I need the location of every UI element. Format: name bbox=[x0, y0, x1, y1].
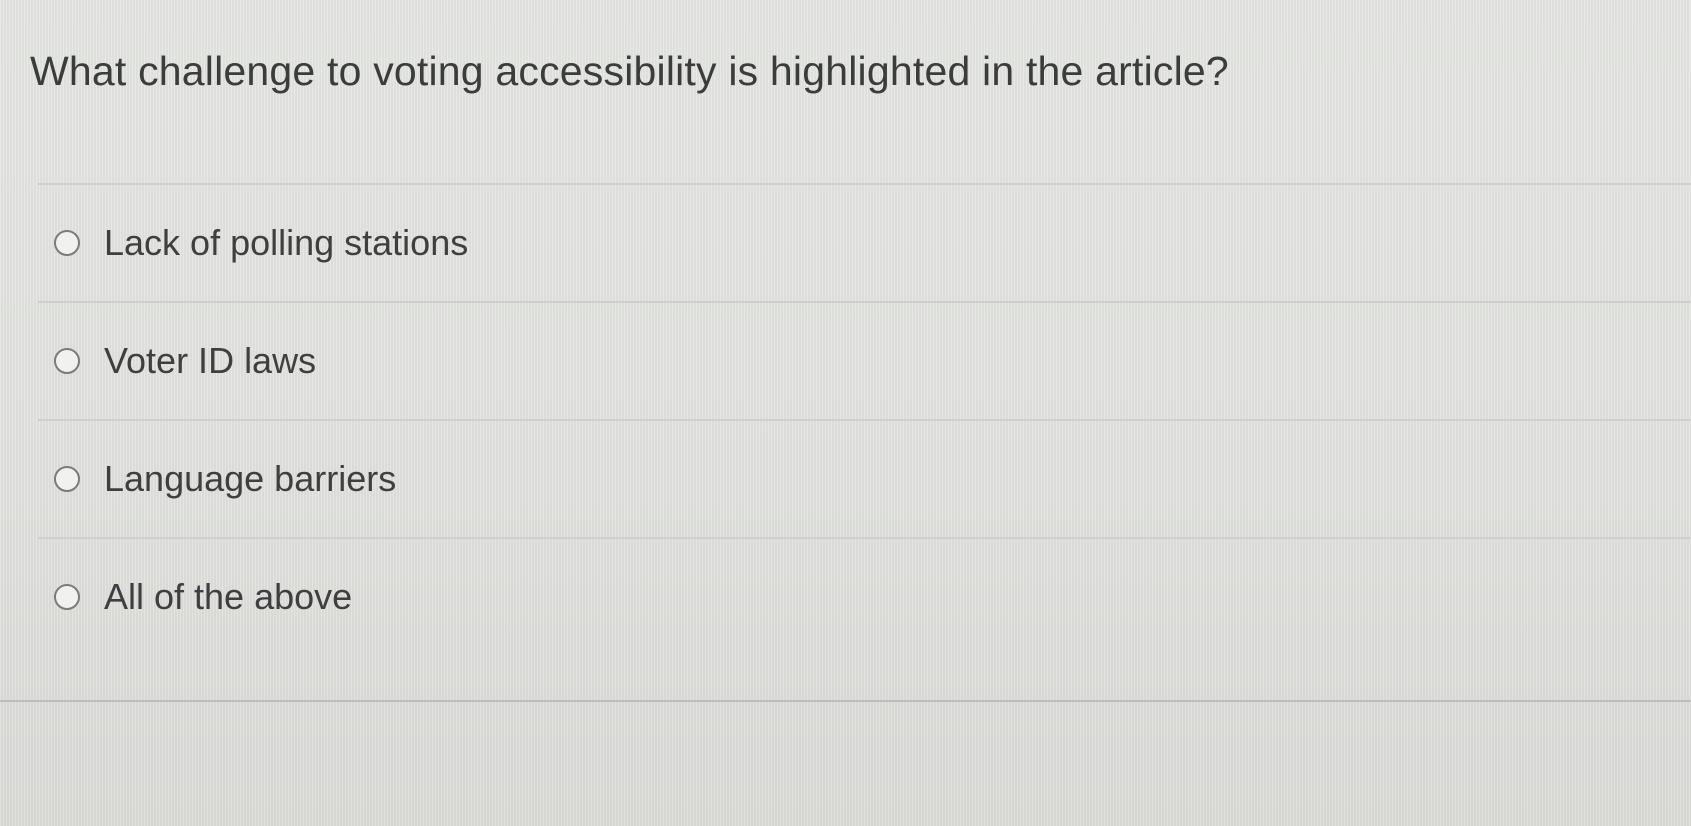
radio-button-icon[interactable] bbox=[54, 584, 80, 610]
quiz-screen: What challenge to voting accessibility i… bbox=[0, 0, 1691, 826]
option-voter-id-laws[interactable]: Voter ID laws bbox=[38, 303, 1691, 419]
radio-button-icon[interactable] bbox=[54, 230, 80, 256]
radio-button-icon[interactable] bbox=[54, 466, 80, 492]
option-label: Voter ID laws bbox=[104, 340, 317, 381]
option-lack-of-polling-stations[interactable]: Lack of polling stations bbox=[38, 185, 1691, 301]
option-label: Lack of polling stations bbox=[104, 222, 469, 263]
option-language-barriers[interactable]: Language barriers bbox=[38, 421, 1691, 537]
option-label: All of the above bbox=[104, 576, 353, 617]
option-all-of-the-above[interactable]: All of the above bbox=[38, 539, 1691, 655]
question-text: What challenge to voting accessibility i… bbox=[30, 48, 1229, 94]
option-label: Language barriers bbox=[104, 458, 397, 499]
radio-button-icon[interactable] bbox=[54, 348, 80, 374]
answer-options: Lack of polling stations Voter ID laws L… bbox=[38, 183, 1691, 655]
bottom-divider bbox=[0, 700, 1691, 702]
